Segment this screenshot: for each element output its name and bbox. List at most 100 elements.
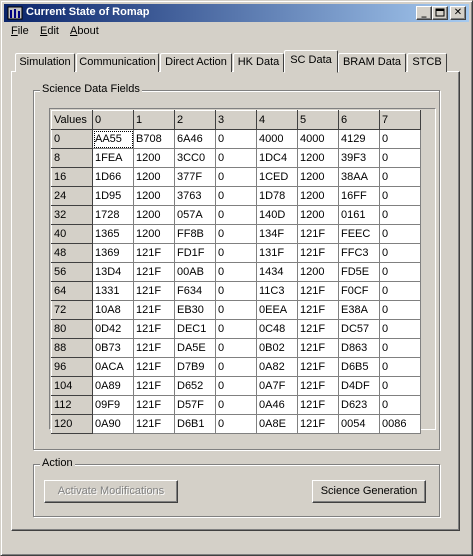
grid-cell[interactable]: 4000 [256, 129, 298, 149]
grid-cell[interactable]: E38A [338, 300, 380, 320]
grid-cell[interactable]: 121F [133, 414, 175, 434]
grid-cell[interactable]: 10A8 [92, 300, 134, 320]
grid-cell[interactable]: 1200 [133, 148, 175, 168]
grid-cell[interactable]: F634 [174, 281, 216, 301]
grid-cell[interactable]: 4129 [338, 129, 380, 149]
grid-row-header[interactable]: 120 [51, 414, 93, 434]
grid-cell[interactable]: AA55 [92, 129, 134, 149]
grid-cell[interactable]: 0 [379, 167, 421, 187]
grid-cell[interactable]: 0 [215, 167, 257, 187]
grid-cell[interactable]: 1CED [256, 167, 298, 187]
grid-cell[interactable]: 0086 [379, 414, 421, 434]
grid-cell[interactable]: D652 [174, 376, 216, 396]
grid-cell[interactable]: 13D4 [92, 262, 134, 282]
grid-cell[interactable]: 121F [133, 357, 175, 377]
tab-communication[interactable]: Communication [76, 53, 159, 72]
grid-cell[interactable]: DC57 [338, 319, 380, 339]
grid-cell[interactable]: 1D78 [256, 186, 298, 206]
tab-sc-data[interactable]: SC Data [284, 50, 338, 73]
grid-cell[interactable]: 1200 [133, 186, 175, 206]
grid-cell[interactable]: 0 [215, 262, 257, 282]
grid-column-header[interactable]: 0 [92, 110, 134, 130]
grid-cell[interactable]: 0B73 [92, 338, 134, 358]
grid-row-header[interactable]: 48 [51, 243, 93, 263]
grid-cell[interactable]: 121F [133, 262, 175, 282]
grid-cell[interactable]: 0A90 [92, 414, 134, 434]
grid-cell[interactable]: 0 [379, 129, 421, 149]
grid-cell[interactable]: FEEC [338, 224, 380, 244]
grid-cell[interactable]: 121F [297, 319, 339, 339]
grid-row-header[interactable]: 64 [51, 281, 93, 301]
grid-row-header[interactable]: 40 [51, 224, 93, 244]
grid-cell[interactable]: 0 [215, 395, 257, 415]
grid-row-header[interactable]: 104 [51, 376, 93, 396]
grid-cell[interactable]: 1331 [92, 281, 134, 301]
grid-column-header[interactable]: 4 [256, 110, 298, 130]
grid-column-header[interactable]: 6 [338, 110, 380, 130]
grid-row-header[interactable]: 112 [51, 395, 93, 415]
grid-cell[interactable]: 0 [379, 262, 421, 282]
grid-cell[interactable]: 0ACA [92, 357, 134, 377]
grid-cell[interactable]: 0C48 [256, 319, 298, 339]
grid-cell[interactable]: 0A7F [256, 376, 298, 396]
grid-cell[interactable]: 121F [133, 243, 175, 263]
grid-cell[interactable]: 1200 [297, 167, 339, 187]
grid-cell[interactable]: 0 [379, 243, 421, 263]
grid-cell[interactable]: 0 [215, 414, 257, 434]
grid-cell[interactable]: 0B02 [256, 338, 298, 358]
science-generation-button[interactable]: Science Generation [312, 480, 426, 503]
grid-cell[interactable]: 3763 [174, 186, 216, 206]
grid-cell[interactable]: 0 [215, 224, 257, 244]
grid-cell[interactable]: 1728 [92, 205, 134, 225]
maximize-button[interactable] [432, 6, 448, 20]
grid-cell[interactable]: 0 [379, 300, 421, 320]
grid-cell[interactable]: 0 [215, 148, 257, 168]
grid-cell[interactable]: DA5E [174, 338, 216, 358]
grid-cell[interactable]: 0 [215, 338, 257, 358]
grid-cell[interactable]: 1D95 [92, 186, 134, 206]
grid-cell[interactable]: 0 [379, 338, 421, 358]
menu-edit[interactable]: Edit [40, 25, 59, 37]
grid-row-header[interactable]: 0 [51, 129, 93, 149]
grid-cell[interactable]: D6B5 [338, 357, 380, 377]
grid-cell[interactable]: 0EEA [256, 300, 298, 320]
tab-simulation[interactable]: Simulation [15, 53, 75, 72]
grid-cell[interactable]: 0 [215, 243, 257, 263]
grid-cell[interactable]: 0161 [338, 205, 380, 225]
grid-column-header[interactable]: 5 [297, 110, 339, 130]
grid-cell[interactable]: D57F [174, 395, 216, 415]
grid-cell[interactable]: D623 [338, 395, 380, 415]
grid-cell[interactable]: 11C3 [256, 281, 298, 301]
tab-bram-data[interactable]: BRAM Data [338, 53, 406, 72]
grid-cell[interactable]: 0A89 [92, 376, 134, 396]
grid-column-header[interactable]: 3 [215, 110, 257, 130]
menu-about[interactable]: About [70, 25, 99, 37]
grid-cell[interactable]: 121F [297, 224, 339, 244]
grid-cell[interactable]: 38AA [338, 167, 380, 187]
grid-row-header[interactable]: 8 [51, 148, 93, 168]
grid-cell[interactable]: D863 [338, 338, 380, 358]
grid-cell[interactable]: 0 [215, 129, 257, 149]
grid-cell[interactable]: 16FF [338, 186, 380, 206]
grid-cell[interactable]: 0 [215, 281, 257, 301]
grid-cell[interactable]: FFC3 [338, 243, 380, 263]
grid-cell[interactable]: FF8B [174, 224, 216, 244]
grid-cell[interactable]: 00AB [174, 262, 216, 282]
grid-cell[interactable]: 121F [133, 395, 175, 415]
grid-cell[interactable]: 1DC4 [256, 148, 298, 168]
grid-cell[interactable]: 0 [215, 205, 257, 225]
grid-cell[interactable]: 121F [133, 376, 175, 396]
grid-cell[interactable]: 121F [133, 319, 175, 339]
grid-cell[interactable]: D4DF [338, 376, 380, 396]
grid-cell[interactable]: 09F9 [92, 395, 134, 415]
grid-row-header[interactable]: 72 [51, 300, 93, 320]
grid-column-header[interactable]: 7 [379, 110, 421, 130]
grid-cell[interactable]: 0 [379, 376, 421, 396]
science-data-grid[interactable]: Values 0 1 2 3 4 5 6 7 0 AA55 B708 6A46 0 4000 4000 4129… [49, 108, 436, 434]
grid-cell[interactable]: 121F [297, 338, 339, 358]
grid-cell[interactable]: 0 [215, 376, 257, 396]
tab-hk-data[interactable]: HK Data [233, 53, 284, 72]
grid-cell[interactable]: 121F [133, 300, 175, 320]
grid-cell[interactable]: 1D66 [92, 167, 134, 187]
grid-cell[interactable]: 1200 [297, 205, 339, 225]
